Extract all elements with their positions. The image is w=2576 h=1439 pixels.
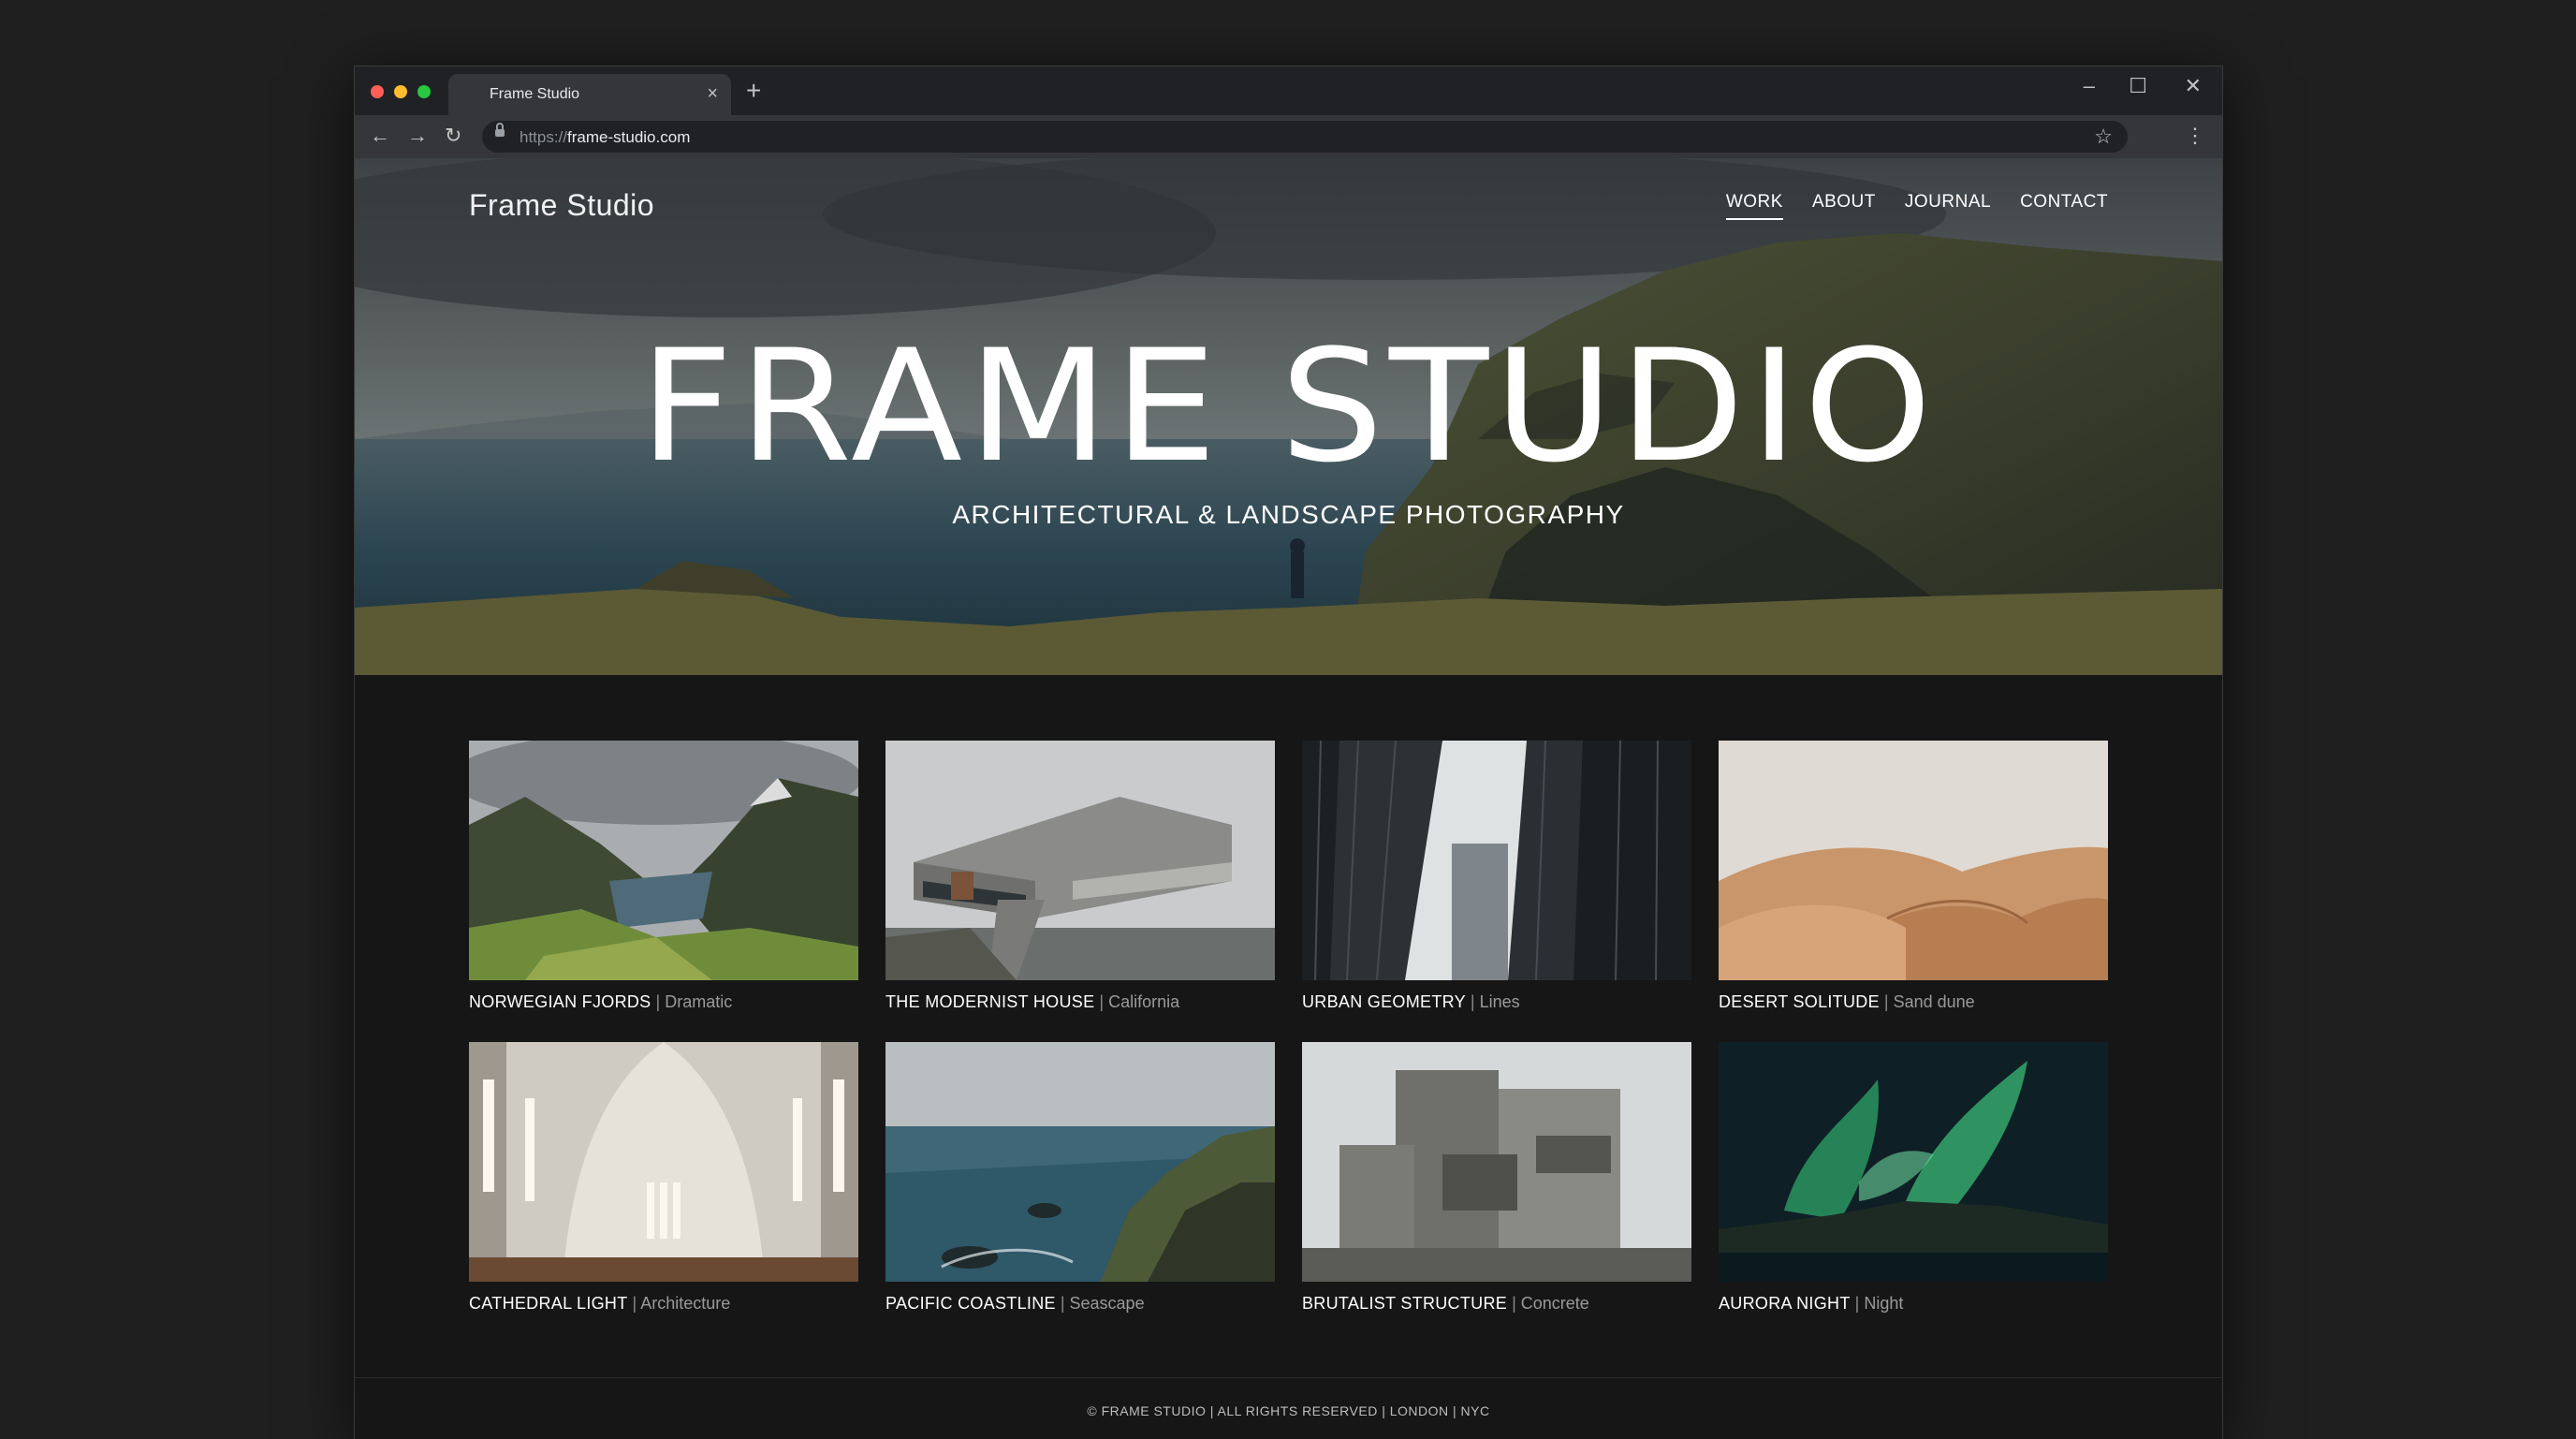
aurora-borealis-image[interactable] <box>1719 1042 2108 1282</box>
gallery-caption: THE MODERNIST HOUSE | California <box>886 992 1275 1012</box>
new-tab-button[interactable]: + <box>746 76 761 106</box>
maximize-icon[interactable]: ☐ <box>2129 74 2147 98</box>
forward-arrow-icon[interactable]: → <box>407 123 428 149</box>
gallery-category: Lines <box>1479 992 1520 1011</box>
gallery-caption: AURORA NIGHT | Night <box>1719 1294 2108 1314</box>
close-icon[interactable]: ✕ <box>2185 74 2202 98</box>
gallery-caption: DESERT SOLITUDE | Sand dune <box>1719 992 2108 1012</box>
footer-divider <box>355 1377 2222 1378</box>
gallery-title[interactable]: URBAN GEOMETRY <box>1302 992 1466 1011</box>
gallery-card[interactable]: CATHEDRAL LIGHT | Architecture <box>469 1042 858 1314</box>
gallery-card[interactable]: DESERT SOLITUDE | Sand dune <box>1719 741 2108 1012</box>
hero-section: Frame Studio WORK ABOUT JOURNAL CONTACT … <box>355 158 2222 675</box>
gallery-category: Concrete <box>1520 1294 1589 1313</box>
caption-separator: | <box>1854 1294 1860 1313</box>
url-text[interactable]: https://frame-studio.com <box>520 128 690 147</box>
browser-menu-icon[interactable]: ⋮ <box>2185 123 2205 149</box>
gallery-caption: CATHEDRAL LIGHT | Architecture <box>469 1294 858 1314</box>
tab-strip: Frame Studio × + – ☐ ✕ <box>355 66 2222 115</box>
gallery-title[interactable]: CATHEDRAL LIGHT <box>469 1294 628 1313</box>
nav-item-about[interactable]: ABOUT <box>1812 192 1876 220</box>
gallery-title[interactable]: THE MODERNIST HOUSE <box>886 992 1094 1011</box>
caption-separator: | <box>1470 992 1475 1011</box>
reload-icon[interactable]: ↻ <box>445 123 461 149</box>
bookmark-star-icon[interactable]: ☆ <box>2094 123 2113 151</box>
gallery-title[interactable]: NORWEGIAN FJORDS <box>469 992 651 1011</box>
gallery-caption: URBAN GEOMETRY | Lines <box>1302 992 1691 1012</box>
hero-subtitle: ARCHITECTURAL & LANDSCAPE PHOTOGRAPHY <box>952 500 1625 529</box>
gallery-category: California <box>1108 992 1180 1011</box>
caption-separator: | <box>1883 992 1889 1011</box>
gallery-category: Architecture <box>640 1294 731 1313</box>
tab-title: Frame Studio <box>490 86 580 102</box>
nav-item-contact[interactable]: CONTACT <box>2020 192 2108 220</box>
caption-separator: | <box>1512 1294 1516 1313</box>
tab-close-icon[interactable]: × <box>707 82 718 105</box>
gallery-title[interactable]: PACIFIC COASTLINE <box>886 1294 1056 1313</box>
gallery-category: Sand dune <box>1893 992 1975 1011</box>
address-bar[interactable]: https://frame-studio.com ☆ <box>482 121 2128 153</box>
back-arrow-icon[interactable]: ← <box>370 123 390 149</box>
gallery-card[interactable]: THE MODERNIST HOUSE | California <box>886 741 1275 1012</box>
coastal-cliffs-image[interactable] <box>886 1042 1275 1282</box>
gallery-title[interactable]: BRUTALIST STRUCTURE <box>1302 1294 1507 1313</box>
gallery-card[interactable]: PACIFIC COASTLINE | Seascape <box>886 1042 1275 1314</box>
browser-window: Frame Studio × + – ☐ ✕ ← → ↻ https://fra… <box>354 66 2223 1439</box>
main-nav: WORK ABOUT JOURNAL CONTACT <box>1725 192 2108 220</box>
gallery-title[interactable]: DESERT SOLITUDE <box>1719 992 1880 1011</box>
gallery-caption: NORWEGIAN FJORDS | Dramatic <box>469 992 858 1012</box>
sand-dunes-image[interactable] <box>1719 741 2108 980</box>
lock-icon <box>495 123 505 137</box>
close-window-dot[interactable] <box>371 85 384 98</box>
url-host: frame-studio.com <box>567 128 691 146</box>
site-logo[interactable]: Frame Studio <box>469 188 654 223</box>
cathedral-interior-image[interactable] <box>469 1042 858 1282</box>
caption-separator: | <box>1060 1294 1065 1313</box>
gallery-card[interactable]: AURORA NIGHT | Night <box>1719 1042 2108 1314</box>
caption-separator: | <box>632 1294 637 1313</box>
modernist-house-image[interactable] <box>886 741 1275 980</box>
url-scheme: https:// <box>520 128 568 146</box>
caption-separator: | <box>655 992 661 1011</box>
gallery-category: Seascape <box>1069 1294 1145 1313</box>
gallery-card[interactable]: BRUTALIST STRUCTURE | Concrete <box>1302 1042 1691 1314</box>
gallery-title[interactable]: AURORA NIGHT <box>1719 1294 1851 1313</box>
gallery-card[interactable]: URBAN GEOMETRY | Lines <box>1302 741 1691 1012</box>
gallery-card[interactable]: NORWEGIAN FJORDS | Dramatic <box>469 741 858 1012</box>
gallery-caption: PACIFIC COASTLINE | Seascape <box>886 1294 1275 1314</box>
minimize-window-dot[interactable] <box>394 85 407 98</box>
hero-title: FRAME STUDIO <box>639 316 1938 497</box>
site-footer: © FRAME STUDIO | ALL RIGHTS RESERVED | L… <box>1087 1403 1490 1418</box>
fjord-landscape-image[interactable] <box>469 741 858 980</box>
browser-toolbar: ← → ↻ https://frame-studio.com ☆ ⋮ <box>355 115 2222 158</box>
nav-item-journal[interactable]: JOURNAL <box>1905 192 1991 220</box>
gallery-caption: BRUTALIST STRUCTURE | Concrete <box>1302 1294 1691 1314</box>
caption-separator: | <box>1099 992 1105 1011</box>
gallery-category: Night <box>1864 1294 1904 1313</box>
zoom-window-dot[interactable] <box>417 85 431 98</box>
nav-item-work[interactable]: WORK <box>1725 192 1783 220</box>
minimize-icon[interactable]: – <box>2084 74 2095 98</box>
browser-tab[interactable]: Frame Studio × <box>448 74 731 115</box>
skyscrapers-image[interactable] <box>1302 741 1691 980</box>
brutalist-building-image[interactable] <box>1302 1042 1691 1282</box>
gallery-category: Dramatic <box>665 992 733 1011</box>
